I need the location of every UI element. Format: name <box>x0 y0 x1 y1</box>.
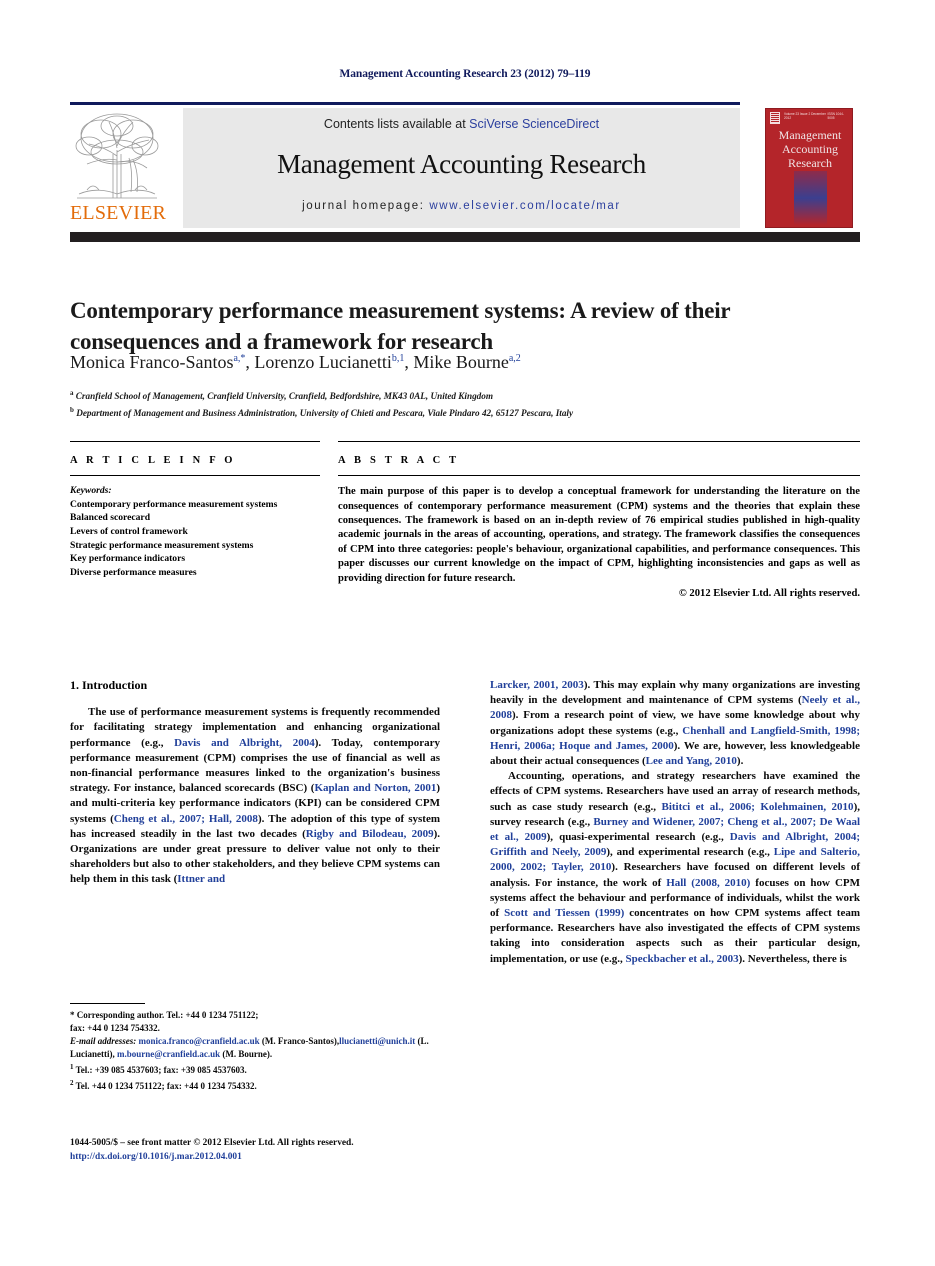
author-name: Monica Franco-Santos <box>70 352 234 372</box>
footnote-email-addresses: E-mail addresses: monica.franco@cranfiel… <box>70 1036 429 1059</box>
article-info-heading: A R T I C L E I N F O <box>70 455 236 466</box>
homepage-prefix: journal homepage: <box>302 200 430 212</box>
section-heading-introduction: 1. Introduction <box>70 678 148 692</box>
footnotes-section: * Corresponding author. Tel.: +44 0 1234… <box>70 1009 440 1093</box>
keyword-item: Key performance indicators <box>70 553 186 565</box>
keywords-label: Keywords: <box>70 485 112 497</box>
cover-title-line-2: Accounting <box>782 142 838 156</box>
email-link[interactable]: monica.franco@cranfield.ac.uk <box>139 1036 260 1046</box>
citation-link[interactable]: Chenhall and Langfield-Smith, 1998; Henr… <box>490 725 860 752</box>
citation-link[interactable]: Bititci et al., 2006; Kolehmainen, 2010 <box>661 801 853 813</box>
author-affiliation-mark: a,* <box>233 353 246 364</box>
article-info-underline <box>70 475 320 477</box>
abstract-underline <box>338 475 860 477</box>
affiliation-mark: b <box>70 405 74 414</box>
body-paragraph: Larcker, 2001, 2003). This may explain w… <box>490 679 860 768</box>
journal-article-page: Management Accounting Research 23 (2012)… <box>0 0 935 1266</box>
keyword-item: Diverse performance measures <box>70 566 197 578</box>
abstract-rule <box>338 441 860 442</box>
cover-gradient-graphic <box>794 171 827 225</box>
body-paragraph: The use of performance measurement syste… <box>70 706 440 886</box>
footnote-rule <box>70 1003 145 1005</box>
keyword-item: Levers of control framework <box>70 525 188 537</box>
email-addresses-label: E-mail addresses: <box>70 1036 139 1046</box>
footnote-mark: 2 <box>70 1079 74 1087</box>
running-head: Management Accounting Research 23 (2012)… <box>339 68 591 80</box>
abstract-heading: A B S T R A C T <box>338 455 460 466</box>
affiliation-item: a Cranfield School of Management, Cranfi… <box>70 389 494 402</box>
abstract-section: A B S T R A C T The main purpose of this… <box>338 455 860 599</box>
footnote-1: 1 Tel.: +39 085 4537603; fax: +39 085 45… <box>70 1063 247 1075</box>
citation-link[interactable]: Larcker, 2001, 2003 <box>490 679 584 691</box>
cover-title: Management Accounting Research <box>769 128 851 170</box>
left-column-paragraphs: The use of performance measurement syste… <box>70 705 440 887</box>
doi-link[interactable]: http://dx.doi.org/10.1016/j.mar.2012.04.… <box>70 1150 470 1164</box>
masthead-top-rule <box>70 102 740 105</box>
affiliation-list: a Cranfield School of Management, Cranfi… <box>70 387 860 420</box>
footnote-corresponding-fax: fax: +44 0 1234 754332. <box>70 1023 160 1033</box>
body-column-left: 1. Introduction The use of performance m… <box>70 678 440 888</box>
citation-link[interactable]: Davis and Albright, 2004 <box>174 737 315 749</box>
author-list: Monica Franco-Santosa,*, Lorenzo Luciane… <box>70 352 521 372</box>
imprint-front-matter: 1044-5005/$ – see front matter © 2012 El… <box>70 1138 354 1148</box>
journal-title: Management Accounting Research <box>277 149 646 179</box>
homepage-url-link[interactable]: www.elsevier.com/locate/mar <box>429 200 620 212</box>
affiliation-item: b Department of Management and Business … <box>70 405 574 418</box>
citation-link[interactable]: Rigby and Bilodeau, 2009 <box>306 828 434 840</box>
cover-meta-left: Volume 23 Issue 2 December 2012 <box>784 112 826 120</box>
right-column-paragraphs: Larcker, 2001, 2003). This may explain w… <box>490 678 860 967</box>
contents-list-line: Contents lists available at SciVerse Sci… <box>183 117 740 131</box>
elsevier-wordmark: ELSEVIER <box>70 202 167 224</box>
cover-meta-right: ISSN 1044-5005 <box>827 112 844 120</box>
imprint-block: 1044-5005/$ – see front matter © 2012 El… <box>70 1136 470 1164</box>
abstract-text: The main purpose of this paper is to dev… <box>338 486 860 584</box>
citation-link[interactable]: Lee and Yang, 2010 <box>646 755 737 767</box>
contents-prefix: Contents lists available at <box>323 117 470 131</box>
body-paragraph: Accounting, operations, and strategy res… <box>490 770 861 965</box>
keywords-list: Contemporary performance measurement sys… <box>70 498 320 580</box>
body-column-right: Larcker, 2001, 2003). This may explain w… <box>490 678 860 967</box>
journal-homepage-line: journal homepage: www.elsevier.com/locat… <box>183 200 740 212</box>
author-name: Lorenzo Lucianetti <box>254 352 392 372</box>
masthead-panel: Contents lists available at SciVerse Sci… <box>183 108 740 228</box>
citation-link[interactable]: Speckbacher et al., 2003 <box>625 953 738 965</box>
sciencedirect-link[interactable]: SciVerse ScienceDirect <box>469 117 599 131</box>
keyword-item: Balanced scorecard <box>70 512 151 524</box>
email-link[interactable]: m.bourne@cranfield.ac.uk <box>117 1049 220 1059</box>
citation-link[interactable]: Neely et al., 2008 <box>490 694 860 721</box>
copyright-line: © 2012 Elsevier Ltd. All rights reserved… <box>678 588 860 600</box>
article-info-section: A R T I C L E I N F O Keywords: Contempo… <box>70 455 320 579</box>
footnote-mark: 1 <box>70 1063 74 1071</box>
elsevier-logo: ELSEVIER <box>70 108 167 228</box>
citation-link[interactable]: Cheng et al., 2007; Hall, 2008 <box>114 813 258 825</box>
affiliation-mark: a <box>70 389 74 397</box>
author-affiliation-mark: b,1 <box>391 353 405 364</box>
keyword-item: Contemporary performance measurement sys… <box>70 498 278 510</box>
footnote-corresponding-author: * Corresponding author. Tel.: +44 0 1234… <box>70 1010 259 1020</box>
citation-link[interactable]: Hall (2008, 2010) <box>666 877 750 889</box>
email-link[interactable]: llucianetti@unich.it <box>339 1036 415 1046</box>
citation-link[interactable]: Ittner and <box>177 873 225 885</box>
citation-link[interactable]: Scott and Tiessen (1999) <box>504 907 624 919</box>
masthead-dark-band <box>70 232 860 242</box>
author-name: Mike Bourne <box>413 352 509 372</box>
journal-masthead: ELSEVIER Contents lists available at Sci… <box>70 108 740 228</box>
cover-title-line-1: Management <box>778 128 842 142</box>
footnote-2: 2 Tel. +44 0 1234 751122; fax: +44 0 123… <box>70 1079 257 1091</box>
citation-link[interactable]: Kaplan and Norton, 2001 <box>314 782 436 794</box>
author-affiliation-mark: a,2 <box>508 353 521 364</box>
cover-meta-bar: Volume 23 Issue 2 December 2012 ISSN 104… <box>770 112 848 126</box>
keyword-item: Strategic performance measurement system… <box>70 539 254 551</box>
page-title: Contemporary performance measurement sys… <box>70 298 730 355</box>
journal-cover-thumbnail: Volume 23 Issue 2 December 2012 ISSN 104… <box>765 108 853 228</box>
cover-title-line-3: Research <box>788 156 832 170</box>
elsevier-tree-icon <box>73 110 161 202</box>
article-info-rule <box>70 441 320 442</box>
